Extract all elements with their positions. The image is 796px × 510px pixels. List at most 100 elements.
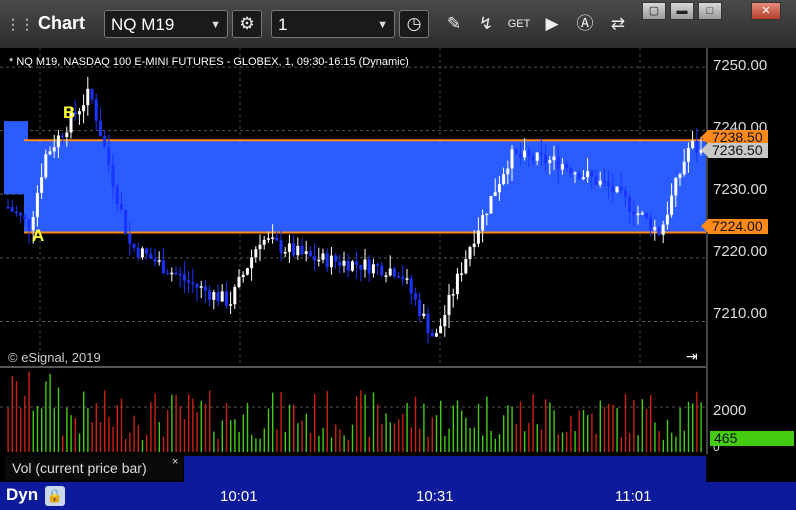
candle-body [674,178,678,196]
jump-to-end-icon[interactable]: ⇥ [686,348,698,365]
candle-body [426,313,430,333]
candle-body [447,294,451,315]
alert-icon[interactable]: Ⓐ [571,11,599,37]
interval-dropdown[interactable]: 1 ▼ [271,10,395,38]
volume-bar [419,428,421,452]
volume-bar [683,430,685,452]
candle-body [271,237,275,239]
volume-bar [83,391,85,452]
volume-bar [221,420,223,452]
candle-body [258,244,262,250]
candle-body [119,203,123,210]
grip-icon[interactable]: ⋮⋮ [6,16,34,32]
close-icon[interactable]: ✕ [751,2,781,20]
volume-bar [330,437,333,452]
volume-bar [49,373,51,452]
candle-body [577,172,581,180]
volume-bar [112,426,114,452]
candle-body [346,260,350,271]
candle-body [384,275,388,277]
candle-body [430,332,434,337]
candle-body [149,253,153,259]
volume-study-label[interactable]: Vol (current price bar) [5,456,183,480]
link-icon[interactable]: ⇄ [604,11,632,37]
candle-body [405,278,409,280]
volume-bar [276,429,278,452]
panel-divider [0,366,708,368]
volume-bar [616,408,618,452]
volume-bar [204,403,207,452]
candle-body [476,230,480,244]
volume-bar [557,434,559,452]
volume-bar [465,417,467,452]
candle-body [489,195,493,214]
volume-bar [11,376,13,452]
volume-bar [120,398,123,452]
volume-bar [116,405,118,452]
clock-icon[interactable]: ◷ [399,10,429,38]
volume-bar [108,416,110,452]
volume-bar [540,429,543,452]
candle-body [296,245,300,256]
volume-bar [326,391,328,452]
dynamic-mode-button[interactable]: Dyn [6,485,38,505]
candle-body [590,171,594,177]
candle-body [279,240,283,253]
volume-bar [511,406,513,452]
candle-body [531,155,535,161]
volume-bar [95,403,97,452]
candle-body [401,276,405,280]
candle-body [644,212,648,218]
volume-bar [490,430,492,452]
candle-body [518,153,522,158]
settings-gear-icon[interactable]: ⚙ [232,10,262,38]
candle-body [48,151,52,155]
volume-bar [104,390,106,452]
volume-bar [507,405,509,452]
candle-body [111,164,115,187]
study-icon[interactable]: ↯ [472,11,500,37]
minimize-icon[interactable]: ▬ [670,2,694,20]
symbol-dropdown[interactable]: NQ M19 ▼ [104,10,228,38]
volume-bar [473,427,475,452]
candle-body [266,238,270,240]
chart-canvas[interactable] [0,48,796,510]
lock-icon[interactable]: 🔒 [45,486,65,506]
pencil-icon[interactable]: ✎ [440,11,468,37]
restore-icon[interactable]: ▢ [642,2,666,20]
volume-bar [7,407,9,452]
candle-body [598,180,602,185]
candle-body [35,192,39,218]
candle-body [464,259,468,274]
volume-bar [297,423,299,452]
candle-body [237,277,241,287]
candle-body [510,149,514,169]
volume-bar [461,410,463,452]
volume-bar [360,390,362,452]
volume-bar [414,396,417,452]
volume-bar [36,405,39,452]
volume-bar [574,431,576,452]
volume-bar [452,405,454,452]
candle-body [581,177,585,180]
chart-area[interactable]: * NQ M19, NASDAQ 100 E-MINI FUTURES - GL… [0,48,796,510]
get-icon[interactable]: GET [505,11,533,37]
candle-body [6,207,10,209]
volume-bar [582,409,585,452]
volume-bar [280,391,282,452]
play-icon[interactable]: ▶ [538,11,566,37]
maximize-icon[interactable]: □ [698,2,722,20]
volume-bar [549,402,551,452]
volume-bar [448,428,450,452]
candle-body [229,304,233,306]
candle-body [615,186,619,193]
volume-bar [368,436,370,452]
candle-body [107,146,111,165]
candle-body [313,256,317,261]
volume-bar [536,424,538,452]
close-study-icon[interactable]: × [172,456,178,468]
candle-body [317,259,321,262]
candle-body [56,135,60,148]
candle-body [145,248,149,254]
volume-bar [183,419,186,452]
